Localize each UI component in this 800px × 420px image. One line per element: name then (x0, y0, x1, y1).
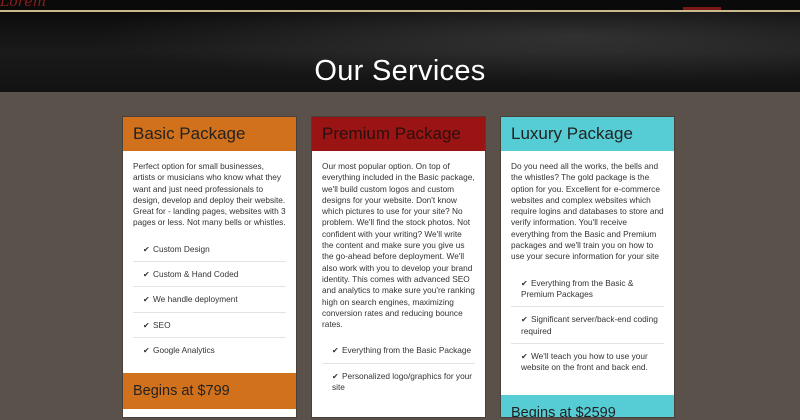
card-title: Luxury Package (501, 117, 674, 151)
check-icon: ✔ (143, 295, 150, 305)
feature-item: ✔ Google Analytics (133, 336, 286, 362)
feature-item: ✔ We handle deployment (133, 286, 286, 311)
feature-list: ✔ Everything from the Basic & Premium Pac… (511, 271, 664, 380)
feature-label: We'll teach you how to use your website … (521, 350, 648, 373)
feature-label: Everything from the Basic & Premium Pack… (521, 277, 634, 299)
check-icon: ✔ (521, 315, 528, 325)
basic-package-card: Basic Package Perfect option for small b… (122, 116, 297, 418)
feature-label: We handle deployment (153, 294, 238, 305)
card-title: Basic Package (123, 117, 296, 151)
check-icon: ✔ (521, 278, 528, 288)
feature-label: Custom & Hand Coded (153, 269, 239, 280)
check-icon: ✔ (332, 371, 339, 381)
luxury-package-card: Luxury Package Do you need all the works… (500, 116, 675, 418)
check-icon: ✔ (332, 346, 339, 356)
feature-item: ✔ Personalized logo/graphics for your sit… (322, 362, 475, 400)
site-logo[interactable]: Lorem (0, 0, 46, 10)
feature-item: ✔ We'll teach you how to use your website… (511, 342, 664, 380)
feature-label: Google Analytics (153, 344, 215, 355)
feature-item: ✔ Significant server/back-end coding requ… (511, 306, 664, 343)
check-icon: ✔ (143, 320, 150, 330)
feature-list: ✔ Everything from the Basic Package ✔ Pers… (322, 338, 475, 399)
card-description: Do you need all the works, the bells and… (511, 161, 664, 262)
feature-label: Significant server/back-end coding requi… (521, 314, 658, 336)
top-nav-bar: Lorem (0, 0, 800, 12)
card-title: Premium Package (312, 117, 485, 151)
feature-label: Everything from the Basic Package (342, 345, 472, 356)
hero-banner: Our Services (0, 12, 800, 92)
feature-item: ✔ Custom Design (133, 237, 286, 261)
feature-label: Personalized logo/graphics for your site (332, 370, 473, 393)
card-description: Our most popular option. On top of every… (322, 161, 475, 330)
premium-package-card: Premium Package Our most popular option.… (311, 116, 486, 418)
feature-list: ✔ Custom Design ✔ Custom & Hand Coded ✔ We … (133, 237, 286, 362)
check-icon: ✔ (143, 270, 150, 280)
price-footer: Begins at $799 (123, 373, 296, 409)
feature-item: ✔ Everything from the Basic Package (322, 338, 475, 362)
check-icon: ✔ (521, 351, 528, 361)
page-title: Our Services (314, 55, 486, 88)
check-icon: ✔ (143, 244, 150, 254)
feature-item: ✔ Custom & Hand Coded (133, 261, 286, 286)
nav-active-indicator (683, 7, 721, 10)
check-icon: ✔ (143, 345, 150, 355)
price-footer: Begins at $2599 (501, 395, 674, 417)
card-description: Perfect option for small businesses, art… (133, 161, 286, 228)
feature-item: ✔ SEO (133, 311, 286, 337)
feature-label: SEO (153, 319, 171, 330)
feature-label: Custom Design (153, 243, 210, 254)
feature-item: ✔ Everything from the Basic & Premium Pac… (511, 271, 664, 307)
